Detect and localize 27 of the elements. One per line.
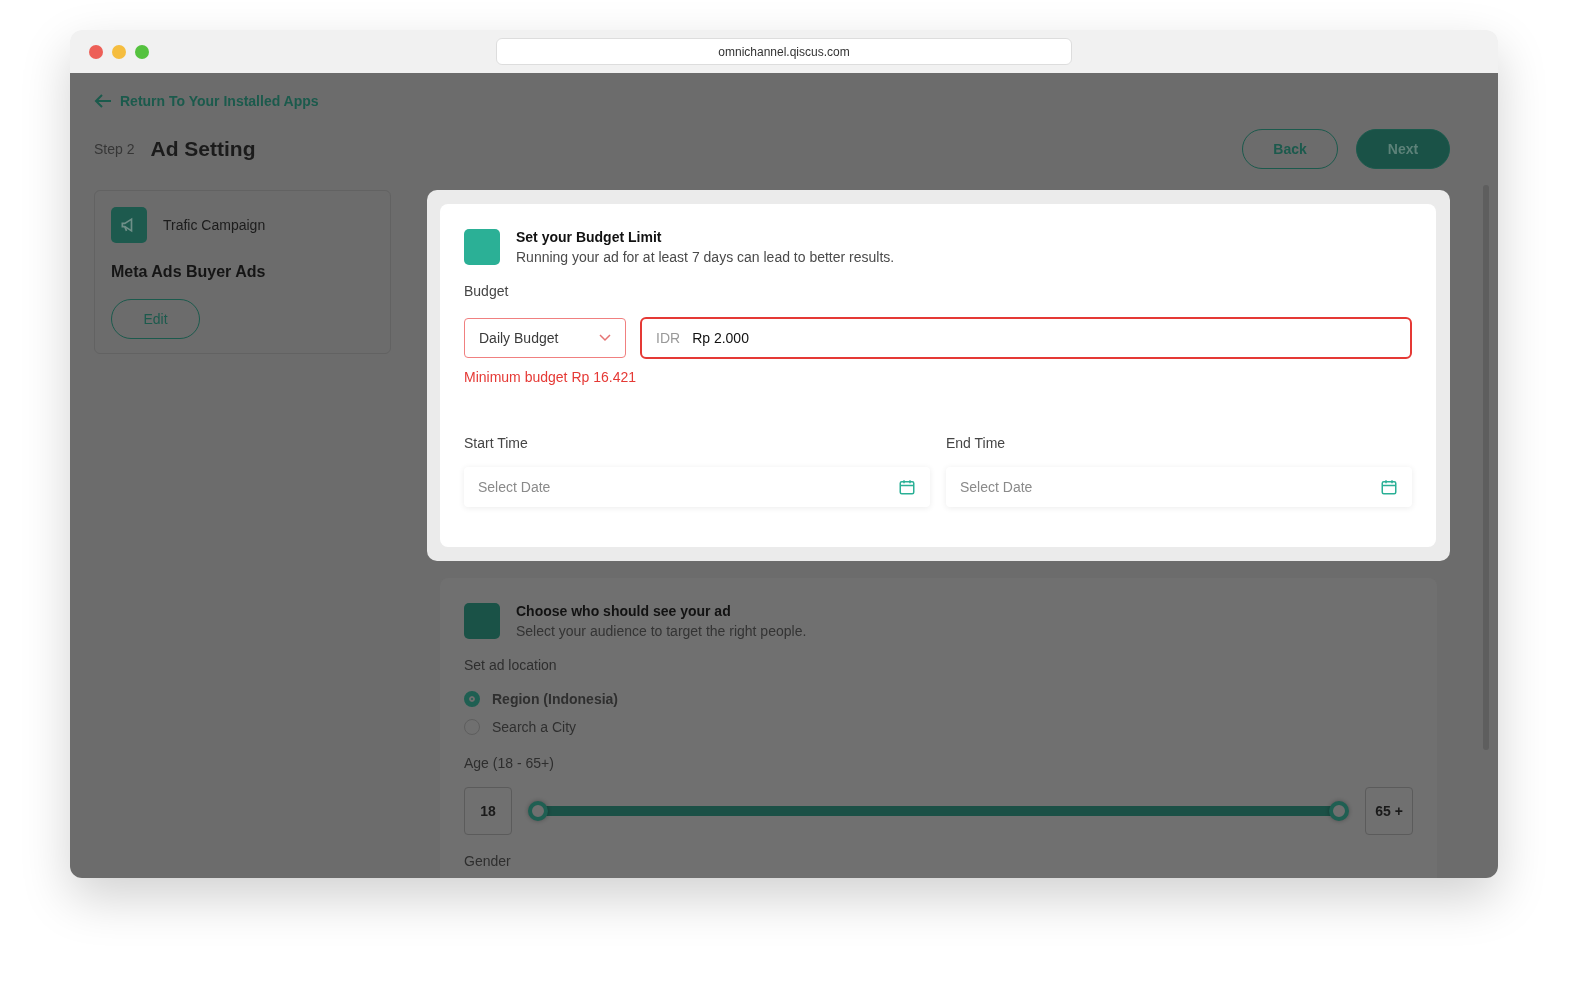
field-label: Gender <box>464 853 512 869</box>
field-label: Start Time <box>464 435 529 451</box>
budget-amount-field[interactable]: IDR Rp 2.000 <box>640 317 1412 359</box>
campaign-name: Meta Ads Buyer Ads <box>111 263 267 281</box>
budget-type-select[interactable]: Daily Budget <box>464 318 626 358</box>
date-placeholder: Select Date <box>478 479 551 495</box>
section-subtitle: Running your ad for at least 7 days can lead to better results. <box>516 249 895 265</box>
section-subtitle: Select your audience to target the right people. <box>516 623 807 639</box>
date-field[interactable]: Select Date <box>946 467 1412 507</box>
age-min-field[interactable]: 18 <box>464 787 512 835</box>
radio-label[interactable]: Search a City <box>492 719 577 735</box>
page-title: Ad Setting <box>150 137 257 161</box>
radio-label[interactable]: Region (Indonesia) <box>492 691 618 707</box>
field-label: End Time <box>946 435 1007 451</box>
date-placeholder: Select Date <box>960 479 1033 495</box>
field-label: Budget <box>464 283 510 299</box>
section-title: Choose who should see your ad <box>516 603 732 619</box>
field-label: Age (18 - 65+) <box>464 755 555 771</box>
section-title: Set your Budget Limit <box>516 229 663 245</box>
next-button[interactable]: Next <box>1356 129 1450 169</box>
currency-prefix: IDR <box>656 330 681 346</box>
age-max-field[interactable]: 65 + <box>1365 787 1413 835</box>
campaign-type: Trafic Campaign <box>163 217 266 233</box>
date-field[interactable]: Select Date <box>464 467 930 507</box>
address-bar[interactable]: omnichannel.qiscus.com <box>496 38 1072 65</box>
field-label: Set ad location <box>464 657 558 673</box>
error-message: Minimum budget Rp 16.421 <box>464 369 637 385</box>
